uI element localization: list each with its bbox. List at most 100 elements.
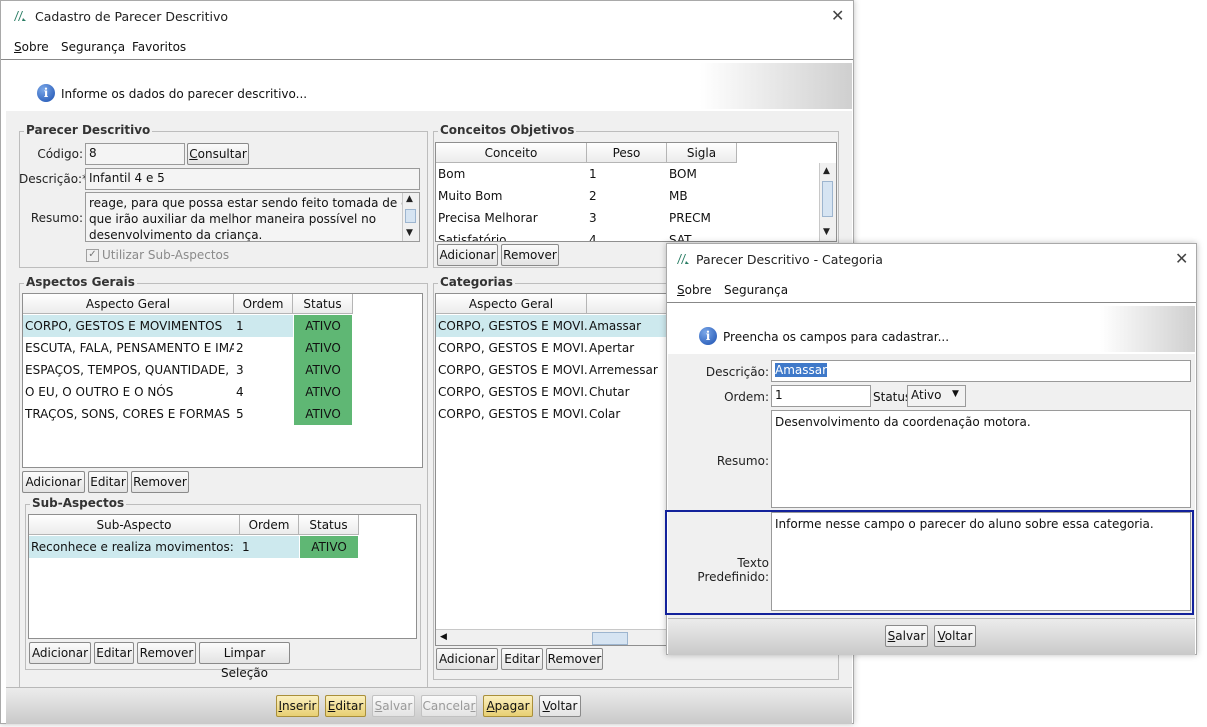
scroll-up-icon[interactable]: ▲ <box>406 194 413 204</box>
scroll-down-icon[interactable]: ▼ <box>406 228 413 238</box>
dialog-descricao-field[interactable]: Amassar <box>771 360 1191 382</box>
table-cell[interactable]: CORPO, GESTOS E MOVI... <box>436 315 587 337</box>
table-cell[interactable]: TRAÇOS, SONS, CORES E FORMAS <box>23 403 234 425</box>
aspectos-legend: Aspectos Gerais <box>24 275 137 289</box>
resumo-field[interactable]: reage, para que possa estar sendo feito … <box>85 192 420 242</box>
table-cell[interactable]: Bom <box>436 163 587 185</box>
conceitos-scrollbar[interactable]: ▲ ▼ <box>819 163 836 241</box>
table-cell[interactable]: O EU, O OUTRO E O NÓS <box>23 381 234 403</box>
consultar-button[interactable]: Consultar <box>187 143 249 165</box>
chevron-down-icon[interactable]: ▼ <box>952 389 959 399</box>
col-aspecto-geral[interactable]: Aspecto Geral <box>436 294 587 314</box>
info-icon: i <box>37 84 55 102</box>
table-cell[interactable]: 5 <box>234 403 293 425</box>
close-icon[interactable]: ✕ <box>831 6 844 25</box>
dialog-voltar-button[interactable]: Voltar <box>934 625 976 647</box>
table-cell[interactable]: 3 <box>234 359 293 381</box>
apagar-button[interactable]: Apagar <box>483 695 533 717</box>
table-cell[interactable]: BOM <box>667 163 737 185</box>
dialog-title: Parecer Descritivo - Categoria <box>696 252 883 267</box>
table-cell[interactable]: 1 <box>587 163 667 185</box>
resumo-scrollbar[interactable]: ▲ ▼ <box>402 193 419 241</box>
dialog-info-banner: i Preencha os campos para cadastrar... <box>668 306 1195 352</box>
aspectos-editar-button[interactable]: Editar <box>88 471 128 493</box>
aspectos-adicionar-button[interactable]: Adicionar <box>22 471 85 493</box>
status-badge: ATIVO <box>294 315 352 337</box>
col-ordem[interactable]: Ordem <box>234 294 293 314</box>
table-cell[interactable]: ESCUTA, FALA, PENSAMENTO E IMA... <box>23 337 234 359</box>
limpar-selecao-button[interactable]: Limpar Seleção <box>199 642 290 680</box>
conceitos-remover-button[interactable]: Remover <box>501 244 559 266</box>
status-badge: ATIVO <box>300 536 358 558</box>
table-cell[interactable]: CORPO, GESTOS E MOVI... <box>436 337 587 359</box>
table-cell[interactable]: CORPO, GESTOS E MOVI... <box>436 359 587 381</box>
dialog-ordem-field[interactable]: 1 <box>771 385 871 407</box>
table-cell[interactable]: 1 <box>240 536 299 558</box>
scroll-up-icon[interactable]: ▲ <box>823 166 830 176</box>
cancelar-button[interactable]: Cancelar <box>421 695 477 717</box>
table-cell[interactable]: MB <box>667 185 737 207</box>
info-icon: i <box>699 327 717 345</box>
table-cell[interactable]: 2 <box>587 185 667 207</box>
table-cell[interactable]: CORPO, GESTOS E MOVIMENTOS <box>23 315 234 337</box>
menu-sobre[interactable]: Sobre <box>14 40 49 54</box>
menu-seguranca[interactable]: Segurança <box>61 40 125 54</box>
col-conceito[interactable]: Conceito <box>436 143 587 163</box>
editar-button[interactable]: Editar <box>325 695 366 717</box>
aspectos-remover-button[interactable]: Remover <box>131 471 189 493</box>
categorias-adicionar-button[interactable]: Adicionar <box>436 648 498 670</box>
resumo-label: Resumo: <box>30 211 83 225</box>
col-sub-aspecto[interactable]: Sub-Aspecto <box>29 515 240 535</box>
menu-sobre[interactable]: Sobre <box>677 283 712 297</box>
inserir-button[interactable]: Inserir <box>276 695 319 717</box>
close-icon[interactable]: ✕ <box>1175 249 1188 268</box>
table-cell[interactable]: Precisa Melhorar <box>436 207 587 229</box>
salvar-button[interactable]: Salvar <box>372 695 415 717</box>
table-cell[interactable]: CORPO, GESTOS E MOVI... <box>436 381 587 403</box>
categorias-remover-button[interactable]: Remover <box>546 648 603 670</box>
menu-favoritos[interactable]: Favoritos <box>132 40 186 54</box>
col-aspecto-geral[interactable]: Aspecto Geral <box>23 294 234 314</box>
col-peso[interactable]: Peso <box>587 143 667 163</box>
table-cell[interactable]: SAT <box>667 229 737 241</box>
table-cell[interactable]: Satisfatório <box>436 229 587 241</box>
scroll-thumb[interactable] <box>592 632 628 645</box>
status-badge: ATIVO <box>294 381 352 403</box>
scroll-thumb[interactable] <box>405 209 416 223</box>
subaspectos-remover-button[interactable]: Remover <box>137 642 196 664</box>
table-cell[interactable]: 3 <box>587 207 667 229</box>
voltar-button[interactable]: Voltar <box>539 695 581 717</box>
aspectos-table: Aspecto Geral Ordem Status CORPO, GESTOS… <box>22 293 423 468</box>
categorias-editar-button[interactable]: Editar <box>501 648 543 670</box>
col-status[interactable]: Status <box>299 515 359 535</box>
col-status[interactable]: Status <box>293 294 353 314</box>
table-cell[interactable]: 4 <box>587 229 667 241</box>
table-cell[interactable]: CORPO, GESTOS E MOVI... <box>436 403 587 425</box>
dialog-texto-predefinido-field[interactable]: Informe nesse campo o parecer do aluno s… <box>771 512 1191 611</box>
checkbox-icon[interactable]: ✓ <box>86 249 99 262</box>
descricao-field[interactable]: Infantil 4 e 5 <box>85 168 420 190</box>
col-ordem[interactable]: Ordem <box>240 515 299 535</box>
table-cell[interactable]: Muito Bom <box>436 185 587 207</box>
scroll-thumb[interactable] <box>822 181 833 217</box>
subaspectos-adicionar-button[interactable]: Adicionar <box>29 642 91 664</box>
table-cell[interactable]: Reconhece e realiza movimentos: <box>29 536 240 558</box>
codigo-field[interactable]: 8 <box>85 143 185 165</box>
dialog-resumo-field[interactable]: Desenvolvimento da coordenação motora. <box>771 410 1191 508</box>
table-cell[interactable]: 2 <box>234 337 293 359</box>
menu-seguranca[interactable]: Segurança <box>724 283 788 297</box>
status-badge: ATIVO <box>294 337 352 359</box>
table-cell[interactable]: PRECM <box>667 207 737 229</box>
dialog-status-select[interactable]: Ativo ▼ <box>907 385 966 407</box>
status-select-value: Ativo <box>911 388 942 402</box>
conceitos-adicionar-button[interactable]: Adicionar <box>437 244 498 266</box>
scroll-down-icon[interactable]: ▼ <box>823 227 830 237</box>
table-cell[interactable]: 1 <box>234 315 293 337</box>
table-cell[interactable]: ESPAÇOS, TEMPOS, QUANTIDADE, R... <box>23 359 234 381</box>
dialog-salvar-button[interactable]: Salvar <box>885 625 928 647</box>
scroll-left-icon[interactable]: ◀ <box>440 632 447 642</box>
app-logo-icon <box>677 254 689 264</box>
subaspectos-editar-button[interactable]: Editar <box>94 642 134 664</box>
col-sigla[interactable]: Sigla <box>667 143 737 163</box>
table-cell[interactable]: 4 <box>234 381 293 403</box>
